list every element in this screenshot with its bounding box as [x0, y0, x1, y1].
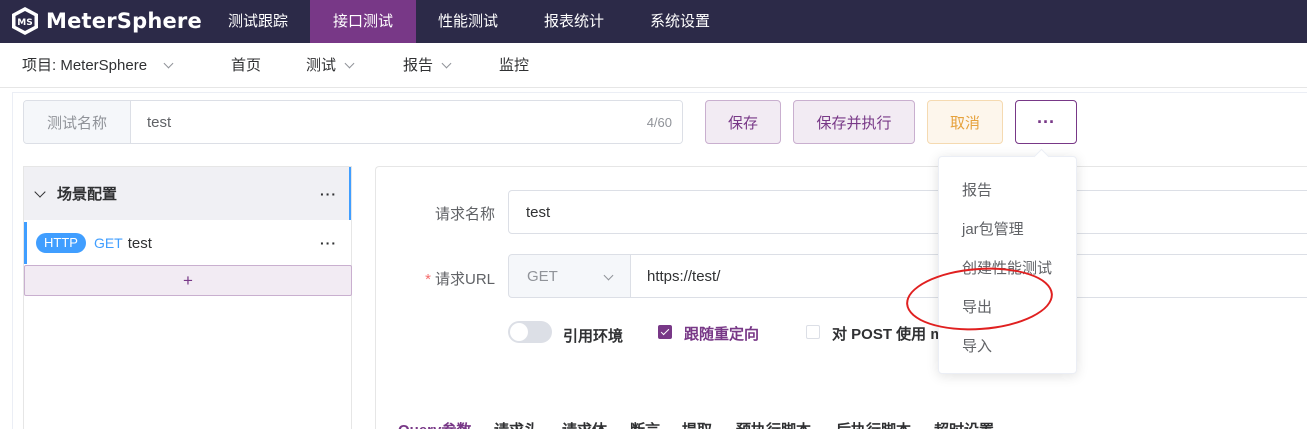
- tab-pre-script[interactable]: 预执行脚本: [736, 419, 811, 429]
- tab-query-params[interactable]: Query参数: [398, 419, 471, 429]
- sub-navbar: 项目: MeterSphere 首页 测试 报告 监控: [0, 43, 1307, 88]
- scenario-config-header[interactable]: 场景配置: [24, 167, 351, 220]
- save-button[interactable]: 保存: [705, 100, 781, 144]
- subnav-report-label: 报告: [403, 57, 434, 74]
- request-item-name: test: [127, 234, 152, 252]
- chevron-down-icon[interactable]: [34, 185, 46, 198]
- scenario-config-title: 场景配置: [57, 186, 118, 203]
- scenario-tree-divider: [351, 166, 352, 429]
- tab-extract[interactable]: 提取: [682, 419, 712, 429]
- subnav-home[interactable]: 首页: [231, 43, 261, 88]
- project-selector[interactable]: 项目: MeterSphere: [22, 43, 174, 88]
- test-name-input[interactable]: [131, 101, 682, 143]
- tab-assertions[interactable]: 断言: [630, 419, 660, 429]
- subnav-monitor-label: 监控: [499, 57, 530, 74]
- request-url-label: * 请求URL: [405, 268, 495, 289]
- request-url-label-text: 请求URL: [434, 271, 495, 288]
- subnav-test-label: 测试: [306, 57, 337, 74]
- request-method-value: GET: [527, 267, 558, 285]
- chevron-down-icon: [441, 58, 452, 69]
- http-protocol-badge: HTTP: [36, 233, 86, 253]
- menu-item-import[interactable]: 导入: [962, 335, 992, 356]
- subnav-report[interactable]: 报告: [403, 43, 452, 88]
- svg-text:MS: MS: [17, 18, 32, 28]
- menu-item-report[interactable]: 报告: [962, 179, 992, 200]
- chevron-down-icon: [344, 58, 355, 69]
- test-name-group: 测试名称 4/60: [23, 100, 683, 144]
- tab-timeout[interactable]: 超时设置: [934, 419, 994, 429]
- nav-report-stats[interactable]: 报表统计: [526, 0, 622, 43]
- tab-post-script[interactable]: 后执行脚本: [836, 419, 911, 429]
- test-name-label: 测试名称: [24, 101, 131, 143]
- tab-body[interactable]: 请求体: [562, 419, 607, 429]
- tab-headers[interactable]: 请求头: [494, 419, 539, 429]
- more-actions-dropdown: 报告 jar包管理 创建性能测试 导出 导入: [938, 156, 1077, 374]
- use-environment-switch[interactable]: [508, 321, 552, 343]
- nav-system-settings[interactable]: 系统设置: [632, 0, 728, 43]
- chevron-down-icon: [163, 58, 174, 69]
- post-multipart-label: 对 POST 使用 m: [832, 326, 938, 343]
- project-name: 项目: MeterSphere: [22, 57, 148, 74]
- scenario-more-icon[interactable]: ···: [320, 186, 337, 202]
- add-request-button[interactable]: +: [24, 265, 352, 296]
- metersphere-logo-icon: MS: [12, 7, 38, 35]
- nav-test-track[interactable]: 测试跟踪: [211, 0, 305, 43]
- request-name-label: 请求名称: [434, 206, 495, 223]
- follow-redirect-checkbox[interactable]: [658, 325, 672, 339]
- cancel-button[interactable]: 取消: [927, 100, 1003, 144]
- request-more-icon[interactable]: ···: [320, 235, 337, 251]
- app-name: MeterSphere: [46, 9, 202, 33]
- use-environment-label: 引用环境: [563, 328, 624, 345]
- request-name-field[interactable]: test: [508, 190, 1307, 234]
- switch-knob: [510, 323, 528, 341]
- top-navbar: MS MeterSphere 测试跟踪 接口测试 性能测试 报表统计 系统设置: [0, 0, 1307, 43]
- subnav-test[interactable]: 测试: [306, 43, 355, 88]
- required-mark: *: [425, 271, 431, 288]
- request-name-value: test: [526, 203, 551, 221]
- request-method-select[interactable]: GET: [508, 254, 631, 298]
- test-name-char-count: 4/60: [646, 115, 672, 130]
- request-url-value: https://test/: [647, 267, 721, 285]
- request-item[interactable]: HTTP GET test: [24, 222, 351, 264]
- follow-redirect-label: 跟随重定向: [684, 326, 760, 343]
- logo[interactable]: MS MeterSphere: [10, 6, 202, 36]
- post-multipart-checkbox[interactable]: [806, 325, 820, 339]
- menu-item-jar-management[interactable]: jar包管理: [962, 218, 1024, 239]
- more-actions-button[interactable]: ···: [1015, 100, 1077, 144]
- subnav-home-label: 首页: [231, 57, 262, 74]
- subnav-monitor[interactable]: 监控: [499, 43, 529, 88]
- chevron-down-icon: [603, 270, 614, 281]
- request-method-label: GET: [93, 235, 123, 251]
- save-and-run-button[interactable]: 保存并执行: [793, 100, 915, 144]
- nav-performance-test[interactable]: 性能测试: [420, 0, 516, 43]
- nav-api-test[interactable]: 接口测试: [310, 0, 416, 43]
